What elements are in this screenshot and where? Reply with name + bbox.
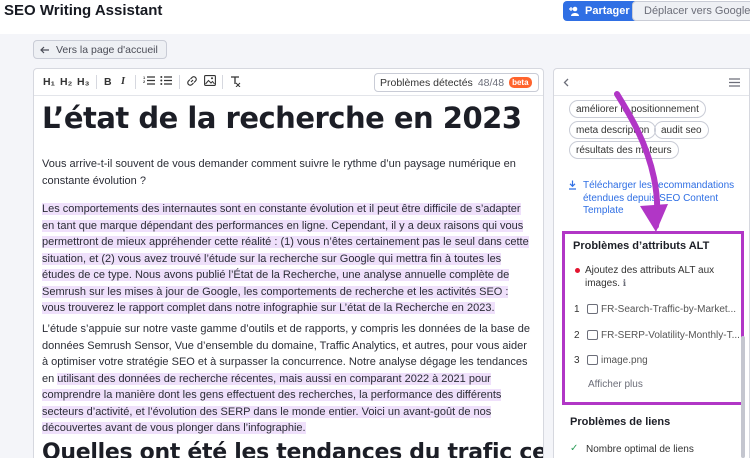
chevron-left-icon[interactable] (563, 78, 569, 87)
link-button[interactable] (186, 75, 198, 87)
clear-format-icon (231, 76, 241, 87)
paragraph[interactable]: Les comportements des internautes sont e… (42, 201, 534, 317)
file-number: 2 (574, 330, 580, 341)
download-label: Télécharger les recommandations étendues… (583, 180, 735, 216)
ordered-list-button[interactable]: 12 (143, 75, 155, 86)
bullet-list-button[interactable] (160, 75, 172, 86)
paragraph[interactable]: L’étude s’appuie sur notre vaste gamme d… (42, 321, 534, 437)
beta-badge: beta (509, 77, 532, 88)
arrow-left-icon (40, 46, 49, 53)
share-button[interactable]: Partager (563, 1, 638, 21)
image-file-link[interactable]: FR-Search-Traffic-by-Market... (601, 304, 736, 315)
keyword-chip[interactable]: audit seo (654, 121, 709, 139)
show-more-link[interactable]: Afficher plus (588, 379, 643, 390)
file-number: 1 (574, 304, 580, 315)
issues-count: 48/48 (477, 76, 505, 89)
ordered-list-icon: 12 (143, 75, 155, 85)
move-to-google-docs-button[interactable]: Déplacer vers Google D (632, 1, 750, 21)
issues-dropdown[interactable]: Problèmes détectés 48/48 beta (374, 73, 539, 92)
links-issue-item: Nombre optimal de liens (586, 444, 694, 455)
document-title[interactable]: L’état de la recherche en 2023 (42, 100, 538, 136)
heading1-button[interactable]: H₁ (43, 75, 55, 89)
error-dot-icon (575, 268, 580, 273)
top-bar: SEO Writing Assistant Partager Déplacer … (0, 0, 750, 34)
highlighted-text: Les comportements des internautes sont e… (42, 203, 529, 314)
bold-button[interactable]: B (104, 75, 112, 89)
highlighted-text: utilisant des données de recherche récen… (42, 372, 502, 434)
keyword-chip[interactable]: résultats des moteurs (569, 141, 679, 159)
back-label: Vers la page d'accueil (56, 43, 158, 56)
image-file-link[interactable]: image.png (601, 355, 648, 366)
document-content[interactable]: L’état de la recherche en 2023 Vous arri… (42, 100, 543, 458)
toolbar-divider (222, 75, 223, 89)
download-icon (569, 180, 576, 190)
sidebar-scrollbar[interactable] (741, 336, 745, 458)
app-title: SEO Writing Assistant (4, 2, 163, 19)
recommendations-sidebar: améliorer le positionnement meta descrip… (553, 68, 750, 458)
italic-button[interactable]: I (121, 75, 125, 89)
menu-icon[interactable] (729, 78, 740, 87)
bullet-list-icon (160, 76, 172, 85)
image-icon (587, 330, 598, 340)
issues-label: Problèmes détectés (380, 76, 473, 89)
share-label: Partager (585, 5, 630, 17)
editor-toolbar: H₁ H₂ H₃ B I 12 Problèmes détectés 48/48… (34, 69, 543, 96)
clear-format-button[interactable] (229, 75, 241, 87)
download-recommendations-link[interactable]: Télécharger les recommandations étendues… (569, 180, 740, 218)
editor-panel: H₁ H₂ H₃ B I 12 Problèmes détectés 48/48… (33, 68, 544, 458)
move-label: Déplacer vers Google D (644, 5, 750, 17)
toolbar-divider (96, 75, 97, 89)
file-number: 3 (574, 355, 580, 366)
heading2-button[interactable]: H₂ (60, 75, 72, 89)
svg-text:2: 2 (143, 79, 146, 84)
toolbar-divider (135, 75, 136, 89)
image-icon (204, 75, 216, 86)
heading3-button[interactable]: H₃ (77, 75, 89, 89)
check-icon: ✓ (570, 443, 579, 454)
alt-issues-title: Problèmes d’attributs ALT (573, 240, 710, 252)
info-icon[interactable]: ℹ (623, 278, 626, 288)
links-issues-title: Problèmes de liens (570, 416, 671, 428)
alt-issue-label: Ajoutez des attributs ALT aux images. (585, 265, 715, 289)
image-file-link[interactable]: FR-SERP-Volatility-Monthly-T... (601, 330, 740, 341)
image-icon (587, 304, 598, 314)
alt-issues-section: Problèmes d’attributs ALT Ajoutez des at… (562, 231, 744, 405)
link-icon (187, 76, 197, 86)
toolbar-divider (179, 75, 180, 89)
keyword-chip[interactable]: améliorer le positionnement (569, 100, 706, 118)
back-to-home-button[interactable]: Vers la page d'accueil (33, 40, 167, 59)
image-icon (587, 355, 598, 365)
alt-issue-text: Ajoutez des attributs ALT aux images. ℹ (585, 264, 715, 290)
image-button[interactable] (204, 75, 216, 86)
keyword-chip[interactable]: meta description (569, 121, 657, 139)
add-user-icon (569, 6, 579, 16)
section-heading[interactable]: Quelles ont été les tendances du trafic … (42, 440, 543, 458)
sidebar-header (554, 69, 749, 96)
intro-paragraph[interactable]: Vous arrive-t-il souvent de vous demande… (42, 156, 522, 189)
